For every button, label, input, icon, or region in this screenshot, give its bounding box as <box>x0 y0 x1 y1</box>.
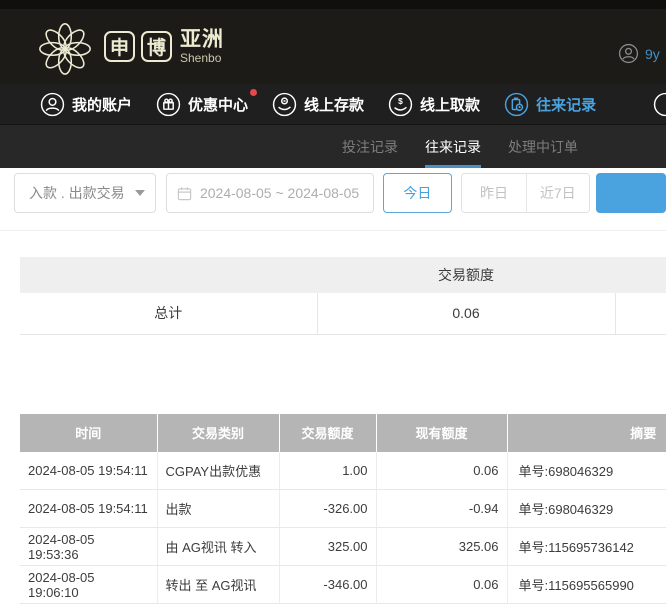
brand-region: 亚洲 <box>180 29 224 50</box>
cell-time: 2024-08-05 19:54:11 <box>20 452 157 490</box>
notification-dot <box>250 89 257 96</box>
col-header-time: 时间 <box>20 414 157 452</box>
nav-label: 线上存款 <box>304 94 364 115</box>
cell-type: 由 AG视讯 转入 <box>157 528 279 566</box>
calendar-icon <box>177 186 192 201</box>
top-brand-bar: 申 博 亚洲 Shenbo 9y <box>0 0 666 84</box>
col-header-type: 交易类别 <box>157 414 279 452</box>
brand-subtitle: Shenbo <box>180 52 224 64</box>
quick-range-group: 昨日 近7日 <box>461 173 590 213</box>
tab-transaction-records[interactable]: 往来记录 <box>425 125 481 168</box>
col-header-amount: 交易额度 <box>279 414 376 452</box>
svg-text:$: $ <box>398 95 403 105</box>
nav-label: 我的账户 <box>72 94 132 115</box>
summary-header-spacer <box>20 257 317 293</box>
summary-total-value: 0.06 <box>317 293 615 334</box>
deposit-hand-coin-icon <box>272 92 297 117</box>
cell-summary: 单号:698046329 <box>507 452 666 490</box>
nav-label: 往来记录 <box>536 94 596 115</box>
date-range-value: 2024-08-05 ~ 2024-08-05 <box>200 185 359 201</box>
today-button[interactable]: 今日 <box>383 173 453 213</box>
username-text: 9y <box>645 46 660 62</box>
cell-summary: 单号:698046329 <box>507 490 666 528</box>
nav-item-my-account[interactable]: 我的账户 <box>40 92 132 117</box>
col-header-summary: 摘要 <box>507 414 666 452</box>
cell-balance: 325.06 <box>376 528 507 566</box>
date-range-input[interactable]: 2024-08-05 ~ 2024-08-05 <box>166 173 374 213</box>
table-row: 2024-08-05 19:54:11 出款 -326.00 -0.94 单号:… <box>20 490 666 528</box>
records-clipboard-icon <box>504 92 529 117</box>
transaction-type-select[interactable]: 入款 . 出款交易 <box>14 173 156 213</box>
nav-item-withdraw[interactable]: $ 线上取款 <box>388 92 480 117</box>
cell-summary: 单号:115695736142 <box>507 528 666 566</box>
nav-item-deposit[interactable]: 线上存款 <box>272 92 364 117</box>
cell-amount: 1.00 <box>279 452 376 490</box>
col-header-balance: 现有额度 <box>376 414 507 452</box>
brand-logo[interactable]: 申 博 亚洲 Shenbo <box>36 18 224 76</box>
filter-toolbar: 入款 . 出款交易 2024-08-05 ~ 2024-08-05 今日 昨日 … <box>0 168 666 213</box>
cell-summary: 单号:115695565990 <box>507 566 666 604</box>
transaction-type-value: 入款 . 出款交易 <box>29 183 125 203</box>
cell-balance: 0.06 <box>376 452 507 490</box>
summary-empty-cell <box>615 293 666 334</box>
cell-balance: 0.06 <box>376 566 507 604</box>
brand-char-bo: 博 <box>141 31 172 62</box>
cell-time: 2024-08-05 19:53:36 <box>20 528 157 566</box>
transactions-table: 时间 交易类别 交易额度 现有额度 摘要 2024-08-05 19:54:11… <box>20 414 666 605</box>
summary-total-label: 总计 <box>20 293 317 334</box>
chevron-down-icon <box>135 190 145 196</box>
cell-type: CGPAY出款优惠 <box>157 452 279 490</box>
yesterday-button[interactable]: 昨日 <box>462 174 525 212</box>
nav-label: 优惠中心 <box>188 94 248 115</box>
summary-header-amount: 交易额度 <box>317 257 615 293</box>
main-navbar: 我的账户 优惠中心 线上存款 $ 线上取款 <box>0 84 666 124</box>
summary-header-spacer <box>615 257 666 293</box>
user-icon <box>40 92 65 117</box>
brand-char-shen: 申 <box>104 31 135 62</box>
records-tab-bar: 投注记录 往来记录 处理中订单 <box>0 124 666 168</box>
cell-amount: -346.00 <box>279 566 376 604</box>
cell-type: 转出 至 AG视讯 <box>157 566 279 604</box>
last7days-button[interactable]: 近7日 <box>526 174 589 212</box>
cell-amount: 325.00 <box>279 528 376 566</box>
cell-type: 出款 <box>157 490 279 528</box>
nav-item-promotions[interactable]: 优惠中心 <box>156 92 248 117</box>
table-row: 2024-08-05 19:06:10 转出 至 AG视讯 -346.00 0.… <box>20 566 666 604</box>
summary-header-row: 交易额度 <box>20 257 666 293</box>
section-divider <box>0 230 666 231</box>
tab-pending-orders[interactable]: 处理中订单 <box>508 125 578 168</box>
account-area[interactable]: 9y <box>618 43 666 64</box>
flower-logo-icon <box>36 18 94 76</box>
nav-label: 线上取款 <box>420 94 480 115</box>
tab-betting-records[interactable]: 投注记录 <box>342 125 398 168</box>
table-row: 2024-08-05 19:54:11 CGPAY出款优惠 1.00 0.06 … <box>20 452 666 490</box>
nav-item-records[interactable]: 往来记录 <box>504 92 596 117</box>
cell-amount: -326.00 <box>279 490 376 528</box>
cell-time: 2024-08-05 19:54:11 <box>20 490 157 528</box>
summary-total-row: 总计 0.06 <box>20 293 666 334</box>
withdraw-hand-dollar-icon: $ <box>388 92 413 117</box>
cell-time: 2024-08-05 19:06:10 <box>20 566 157 604</box>
table-row: 2024-08-05 19:53:36 由 AG视讯 转入 325.00 325… <box>20 528 666 566</box>
transactions-header-row: 时间 交易类别 交易额度 现有额度 摘要 <box>20 414 666 452</box>
summary-table: 交易额度 总计 0.06 <box>20 257 666 335</box>
cell-balance: -0.94 <box>376 490 507 528</box>
gift-icon <box>156 92 181 117</box>
user-avatar-icon <box>618 43 639 64</box>
nav-item-partial-icon[interactable] <box>653 92 666 117</box>
search-button[interactable] <box>596 173 666 213</box>
